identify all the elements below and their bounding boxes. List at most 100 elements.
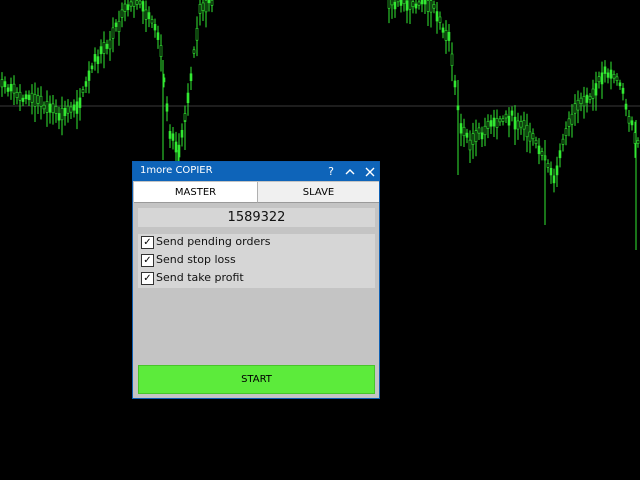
candle-body [75,101,79,114]
close-icon [365,167,375,177]
candle-body [534,139,538,145]
candle-body [411,1,415,8]
option-label: Send take profit [156,271,244,284]
candle-body [51,103,55,114]
candle-body [147,12,151,20]
candle-body [624,103,628,110]
candle-body [636,140,640,144]
option-send-pending-orders: ✓ Send pending orders [138,234,375,252]
candle-body [87,70,91,81]
candle-body [627,116,631,124]
candle-body [540,151,544,156]
candle-body [615,76,619,81]
candle-body [126,4,130,11]
candle-body [480,132,484,140]
candle-body [66,105,70,114]
candle-body [33,94,37,107]
candle-body [513,116,517,130]
checkbox-send-pending-orders[interactable]: ✓ [141,236,154,249]
candle-body [12,83,16,94]
tab-bar: MASTER SLAVE [133,182,379,203]
close-button[interactable] [360,162,380,181]
help-button[interactable]: ? [321,162,341,181]
candle-body [150,18,154,24]
candle-body [24,94,28,100]
candle-body [594,83,598,96]
candle-body [525,124,529,138]
checkbox-send-stop-loss[interactable]: ✓ [141,254,154,267]
candle-body [588,95,592,100]
candle-body [189,73,193,82]
candle-body [465,132,469,138]
candle-body [510,110,514,116]
checkbox-send-take-profit[interactable]: ✓ [141,272,154,285]
titlebar: 1more COPIER ? [133,162,379,181]
candle-body [603,66,607,74]
candle-body [546,162,550,168]
options-group: ✓ Send pending orders ✓ Send stop loss ✓… [138,234,375,288]
candle-body [447,31,451,41]
candle-body [528,131,532,142]
candle-body [561,138,565,145]
candle-body [45,101,49,113]
candle-body [618,82,622,87]
candle-body [6,87,10,92]
candle-body [159,45,163,57]
tab-master[interactable]: MASTER [134,182,257,203]
account-number: 1589322 [138,208,375,227]
candle-body [111,27,115,39]
option-label: Send stop loss [156,253,236,266]
candle-body [555,165,559,176]
candle-body [57,113,61,121]
candle-body [486,121,490,129]
candle-body [420,0,424,5]
candle-body [507,115,511,126]
candle-body [417,1,421,6]
candle-body [72,104,76,111]
candle-body [606,72,610,78]
candle-body [117,20,121,33]
candle-body [129,1,133,7]
minimize-button[interactable] [340,162,360,181]
candle-body [0,79,4,88]
candle-body [585,94,589,103]
candle-body [27,94,31,101]
candle-body [195,27,199,41]
candle-body [135,0,139,5]
candle-body [471,133,475,145]
candle-body [573,103,577,114]
candle-body [9,83,13,92]
candle-body [522,120,526,130]
option-label: Send pending orders [156,235,271,248]
candle-body [576,99,580,111]
candle-body [39,95,43,107]
candle-body [123,3,127,12]
candle-body [174,141,178,153]
candle-body [78,97,82,108]
candle-body [84,81,88,87]
candle-body [498,118,502,123]
chevron-up-icon [345,169,355,175]
candle-body [630,120,634,126]
candle-body [21,97,25,102]
candle-body [30,92,34,103]
candle-body [99,46,103,55]
candle-body [3,81,7,88]
candle-body [192,49,196,54]
candle-body [477,127,481,134]
candle-body [591,88,595,99]
candle-body [90,65,94,70]
candle-body [63,107,67,117]
candle-body [492,117,496,127]
candle-body [201,2,205,11]
start-button[interactable]: START [138,365,375,394]
candle-body [489,120,493,127]
tab-slave[interactable]: SLAVE [257,182,379,203]
candle-body [402,0,406,5]
candle-body [393,1,397,10]
window-title: 1more COPIER [140,165,213,176]
candle-body [18,91,22,101]
candle-body [405,0,409,11]
candle-body [444,29,448,41]
candle-body [69,106,73,113]
